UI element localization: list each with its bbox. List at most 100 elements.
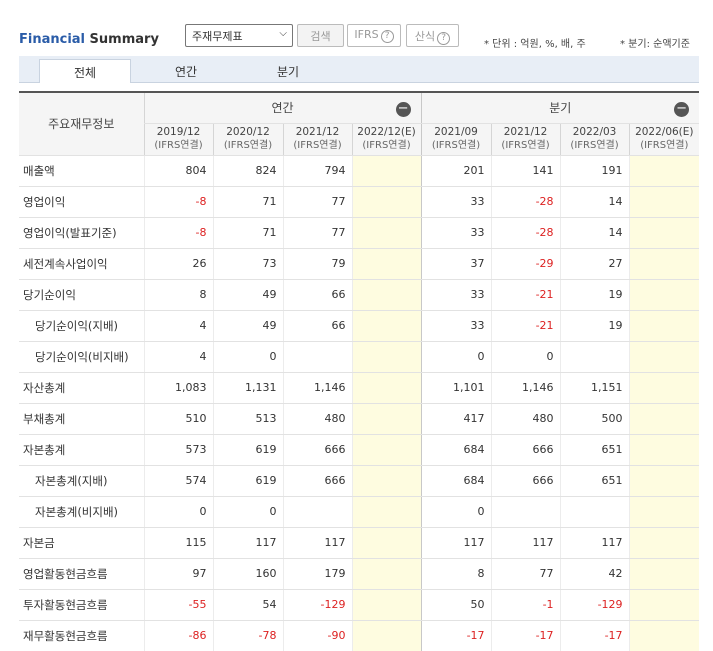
period-basis: (IFRS연결)	[293, 140, 342, 151]
table-cell	[628, 403, 700, 435]
table-cell	[351, 527, 422, 559]
period-header: 2022/06(E) (IFRS연결)	[628, 123, 700, 156]
table-cell: 19	[559, 310, 630, 342]
table-cell	[351, 310, 422, 342]
table-cell: 160	[212, 558, 283, 590]
table-cell	[282, 341, 352, 373]
table-row: 부채총계 510 513 480 417 480 500	[19, 403, 700, 435]
tab-annual[interactable]: 연간	[149, 59, 223, 83]
top-bar: Financial Summary 주재무제표 ⌵ 검색 IFRS? 산식? *…	[0, 0, 713, 54]
table-cell: -29	[490, 248, 561, 280]
table-cell: 0	[420, 496, 492, 528]
table-cell: 14	[559, 217, 630, 249]
row-label: 세전계속사업이익	[19, 248, 144, 280]
tab-quarterly[interactable]: 분기	[251, 59, 325, 83]
table-cell	[628, 558, 700, 590]
table-cell: 1,101	[420, 372, 492, 404]
row-label: 영업이익	[19, 186, 144, 218]
search-button[interactable]: 검색	[297, 24, 344, 47]
table-cell: 666	[282, 465, 352, 497]
table-cell: 500	[559, 403, 630, 435]
table-cell	[282, 496, 352, 528]
help-icon: ?	[437, 32, 451, 45]
table-cell: 684	[420, 434, 492, 466]
table-cell: 33	[420, 217, 492, 249]
tab-all[interactable]: 전체	[39, 59, 131, 83]
period-date: 2022/12(E)	[357, 126, 416, 138]
table-row: 당기순이익(지배) 4 49 66 33 -21 19	[19, 310, 700, 342]
period-header: 2020/12 (IFRS연결)	[212, 123, 283, 156]
table-cell: 117	[420, 527, 492, 559]
table-cell: 77	[282, 217, 352, 249]
row-label: 당기순이익(비지배)	[19, 341, 144, 373]
period-date: 2021/09	[434, 126, 478, 138]
table-cell: 619	[212, 465, 283, 497]
table-cell	[628, 217, 700, 249]
table-cell	[628, 341, 700, 373]
ifrs-button[interactable]: IFRS?	[347, 24, 401, 47]
table-cell	[351, 248, 422, 280]
statement-select[interactable]: 주재무제표 ⌵	[185, 24, 293, 47]
table-cell	[628, 155, 700, 187]
table-cell	[351, 496, 422, 528]
table-row: 자본총계 573 619 666 684 666 651	[19, 434, 700, 466]
collapse-icon[interactable]: −	[674, 102, 690, 117]
table-cell: 0	[420, 341, 492, 373]
table-cell: 117	[282, 527, 352, 559]
row-label: 영업이익(발표기준)	[19, 217, 144, 249]
period-basis: (IFRS연결)	[223, 140, 273, 151]
table-cell: 417	[420, 403, 492, 435]
table-cell: 0	[212, 496, 283, 528]
table-cell: -55	[143, 589, 213, 621]
table-cell: 0	[212, 341, 283, 373]
table-cell: -129	[282, 589, 352, 621]
table-cell	[490, 496, 561, 528]
table-cell: 794	[282, 155, 352, 187]
table-cell: 1,146	[490, 372, 561, 404]
table-row: 영업활동현금흐름 97 160 179 8 77 42	[19, 558, 700, 590]
table-cell: 26	[143, 248, 213, 280]
table-cell: 117	[559, 527, 630, 559]
table-cell: 141	[490, 155, 561, 187]
table-cell: -21	[490, 310, 561, 342]
table-cell: 651	[559, 434, 630, 466]
table-row: 영업이익 -8 71 77 33 -28 14	[19, 186, 700, 218]
table-cell: -17	[559, 620, 630, 651]
row-header: 주요재무정보	[19, 92, 144, 156]
formula-button[interactable]: 산식?	[406, 24, 459, 47]
row-label: 부채총계	[19, 403, 144, 435]
table-cell: 50	[420, 589, 492, 621]
table-cell: 71	[212, 217, 283, 249]
table-cell: 513	[212, 403, 283, 435]
table-cell	[628, 620, 700, 651]
table-cell: 33	[420, 310, 492, 342]
period-date: 2022/06(E)	[635, 126, 694, 138]
table-cell: -78	[212, 620, 283, 651]
period-date: 2022/03	[572, 126, 617, 138]
table-cell: 804	[143, 155, 213, 187]
table-cell: 510	[143, 403, 213, 435]
table-cell: -21	[490, 279, 561, 311]
table-cell	[351, 620, 422, 651]
table-cell: 37	[420, 248, 492, 280]
table-cell: 1,131	[212, 372, 283, 404]
table-cell: 573	[143, 434, 213, 466]
table-cell	[628, 310, 700, 342]
table-cell	[351, 341, 422, 373]
table-cell: 33	[420, 279, 492, 311]
table-row: 자본금 115 117 117 117 117 117	[19, 527, 700, 559]
table-row: 자본총계(비지배) 0 0 0	[19, 496, 700, 528]
table-cell: -28	[490, 186, 561, 218]
table-row: 투자활동현금흐름 -55 54 -129 50 -1 -129	[19, 589, 700, 621]
table-cell: 8	[420, 558, 492, 590]
table-cell: 0	[143, 496, 213, 528]
period-date: 2020/12	[226, 126, 270, 138]
table-cell	[628, 589, 700, 621]
table-cell: -8	[143, 186, 213, 218]
collapse-icon[interactable]: −	[395, 102, 411, 117]
period-basis: (IFRS연결)	[501, 140, 550, 151]
table-cell: 1,083	[143, 372, 213, 404]
help-icon: ?	[380, 30, 394, 43]
table-cell: 97	[143, 558, 213, 590]
quarter-note: * 분기: 순액기준	[620, 39, 690, 50]
